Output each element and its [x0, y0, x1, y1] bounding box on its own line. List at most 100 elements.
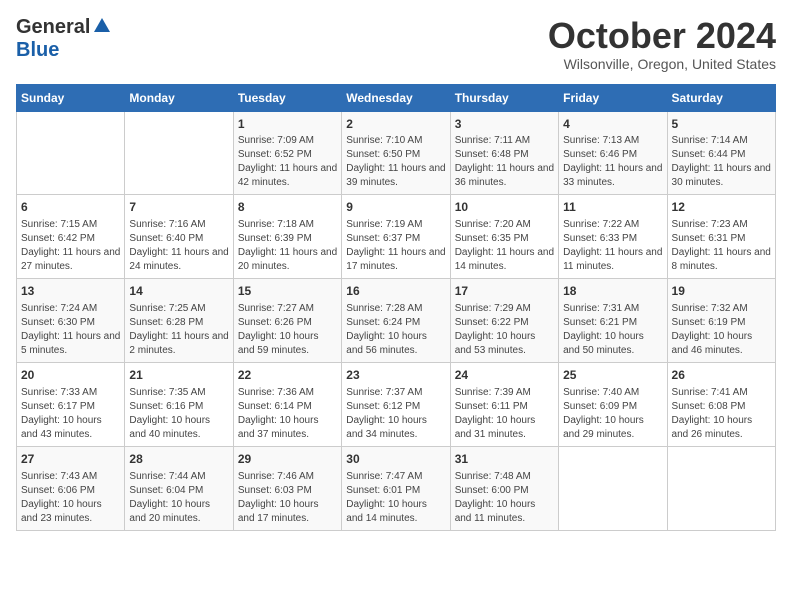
cell-info: Sunrise: 7:35 AMSunset: 6:16 PMDaylight:… [129, 386, 228, 442]
calendar-cell [125, 111, 233, 195]
cell-info: Sunrise: 7:28 AMSunset: 6:24 PMDaylight:… [346, 302, 445, 358]
day-number: 12 [672, 199, 771, 216]
day-number: 31 [455, 451, 554, 468]
calendar-cell: 23 Sunrise: 7:37 AMSunset: 6:12 PMDayligh… [342, 362, 450, 446]
calendar-cell: 15Sunrise: 7:27 AMSunset: 6:26 PMDayligh… [233, 279, 341, 363]
calendar-subtitle: Wilsonville, Oregon, United States [548, 56, 776, 72]
cell-info: Sunrise: 7:31 AMSunset: 6:21 PMDaylight:… [563, 302, 662, 358]
cell-info: Sunrise: 7:14 AMSunset: 6:44 PMDaylight:… [672, 134, 771, 190]
cell-info: Sunrise: 7:25 AMSunset: 6:28 PMDaylight:… [129, 302, 228, 358]
day-number: 21 [129, 367, 228, 384]
calendar-cell: 12 Sunrise: 7:23 AMSunset: 6:31 PMDayligh… [667, 195, 775, 279]
cell-info: Sunrise: 7:32 AMSunset: 6:19 PMDaylight:… [672, 302, 771, 358]
logo-blue-text: Blue [16, 39, 59, 61]
cell-info: Sunrise: 7:23 AMSunset: 6:31 PMDaylight:… [672, 218, 771, 274]
calendar-cell: 27Sunrise: 7:43 AMSunset: 6:06 PMDayligh… [17, 446, 125, 530]
calendar-cell: 5Sunrise: 7:14 AMSunset: 6:44 PMDaylight… [667, 111, 775, 195]
cell-info: Sunrise: 7:18 AMSunset: 6:39 PMDaylight:… [238, 218, 337, 274]
day-number: 2 [346, 116, 445, 133]
cell-info: Sunrise: 7:10 AMSunset: 6:50 PMDaylight:… [346, 134, 445, 190]
calendar-cell: 10Sunrise: 7:20 AMSunset: 6:35 PMDayligh… [450, 195, 558, 279]
page-header: General Blue October 2024 Wilsonville, O… [16, 16, 776, 72]
calendar-week-3: 13Sunrise: 7:24 AMSunset: 6:30 PMDayligh… [17, 279, 776, 363]
day-number: 14 [129, 283, 228, 300]
title-section: October 2024 Wilsonville, Oregon, United… [548, 16, 776, 72]
calendar-week-2: 6Sunrise: 7:15 AMSunset: 6:42 PMDaylight… [17, 195, 776, 279]
day-number: 3 [455, 116, 554, 133]
calendar-cell: 31 Sunrise: 7:48 AMSunset: 6:00 PMDayligh… [450, 446, 558, 530]
day-number: 20 [21, 367, 120, 384]
day-header-monday: Monday [125, 84, 233, 111]
day-number: 7 [129, 199, 228, 216]
cell-info: Sunrise: 7:22 AMSunset: 6:33 PMDaylight:… [563, 218, 662, 274]
day-number: 1 [238, 116, 337, 133]
calendar-cell: 8 Sunrise: 7:18 AMSunset: 6:39 PMDaylight… [233, 195, 341, 279]
day-header-saturday: Saturday [667, 84, 775, 111]
cell-info: Sunrise: 7:47 AMSunset: 6:01 PMDaylight:… [346, 470, 445, 526]
day-number: 9 [346, 199, 445, 216]
calendar-cell: 13Sunrise: 7:24 AMSunset: 6:30 PMDayligh… [17, 279, 125, 363]
day-number: 17 [455, 283, 554, 300]
calendar-cell: 28 Sunrise: 7:44 AMSunset: 6:04 PMDayligh… [125, 446, 233, 530]
cell-info: Sunrise: 7:41 AMSunset: 6:08 PMDaylight:… [672, 386, 771, 442]
cell-info: Sunrise: 7:48 AMSunset: 6:00 PMDaylight:… [455, 470, 554, 526]
calendar-cell: 2Sunrise: 7:10 AMSunset: 6:50 PMDaylight… [342, 111, 450, 195]
calendar-cell: 9 Sunrise: 7:19 AMSunset: 6:37 PMDaylight… [342, 195, 450, 279]
day-number: 25 [563, 367, 662, 384]
logo: General Blue [16, 16, 112, 62]
calendar-cell: 17 Sunrise: 7:29 AMSunset: 6:22 PMDayligh… [450, 279, 558, 363]
day-header-tuesday: Tuesday [233, 84, 341, 111]
day-number: 30 [346, 451, 445, 468]
cell-info: Sunrise: 7:33 AMSunset: 6:17 PMDaylight:… [21, 386, 120, 442]
calendar-cell: 20 Sunrise: 7:33 AMSunset: 6:17 PMDayligh… [17, 362, 125, 446]
calendar-cell: 19 Sunrise: 7:32 AMSunset: 6:19 PMDayligh… [667, 279, 775, 363]
calendar-cell: 21 Sunrise: 7:35 AMSunset: 6:16 PMDayligh… [125, 362, 233, 446]
cell-info: Sunrise: 7:11 AMSunset: 6:48 PMDaylight:… [455, 134, 554, 190]
cell-info: Sunrise: 7:29 AMSunset: 6:22 PMDaylight:… [455, 302, 554, 358]
calendar-table: SundayMondayTuesdayWednesdayThursdayFrid… [16, 84, 776, 531]
day-number: 18 [563, 283, 662, 300]
logo-icon [92, 16, 112, 36]
calendar-cell: 16 Sunrise: 7:28 AMSunset: 6:24 PMDayligh… [342, 279, 450, 363]
calendar-title: October 2024 [548, 16, 776, 56]
day-number: 16 [346, 283, 445, 300]
cell-info: Sunrise: 7:44 AMSunset: 6:04 PMDaylight:… [129, 470, 228, 526]
calendar-cell: 1Sunrise: 7:09 AMSunset: 6:52 PMDaylight… [233, 111, 341, 195]
day-number: 10 [455, 199, 554, 216]
day-header-friday: Friday [559, 84, 667, 111]
calendar-cell [667, 446, 775, 530]
calendar-header: SundayMondayTuesdayWednesdayThursdayFrid… [17, 84, 776, 111]
calendar-cell: 25Sunrise: 7:40 AMSunset: 6:09 PMDayligh… [559, 362, 667, 446]
cell-info: Sunrise: 7:43 AMSunset: 6:06 PMDaylight:… [21, 470, 120, 526]
day-number: 5 [672, 116, 771, 133]
day-number: 28 [129, 451, 228, 468]
calendar-cell: 14 Sunrise: 7:25 AMSunset: 6:28 PMDayligh… [125, 279, 233, 363]
day-number: 4 [563, 116, 662, 133]
cell-info: Sunrise: 7:24 AMSunset: 6:30 PMDaylight:… [21, 302, 120, 358]
logo-general-text: General [16, 16, 90, 39]
calendar-cell: 29Sunrise: 7:46 AMSunset: 6:03 PMDayligh… [233, 446, 341, 530]
cell-info: Sunrise: 7:15 AMSunset: 6:42 PMDaylight:… [21, 218, 120, 274]
day-number: 26 [672, 367, 771, 384]
day-number: 11 [563, 199, 662, 216]
calendar-cell [559, 446, 667, 530]
day-header-thursday: Thursday [450, 84, 558, 111]
calendar-cell: 11 Sunrise: 7:22 AMSunset: 6:33 PMDayligh… [559, 195, 667, 279]
day-number: 29 [238, 451, 337, 468]
day-header-wednesday: Wednesday [342, 84, 450, 111]
day-number: 15 [238, 283, 337, 300]
day-number: 23 [346, 367, 445, 384]
cell-info: Sunrise: 7:37 AMSunset: 6:12 PMDaylight:… [346, 386, 445, 442]
cell-info: Sunrise: 7:19 AMSunset: 6:37 PMDaylight:… [346, 218, 445, 274]
calendar-week-4: 20 Sunrise: 7:33 AMSunset: 6:17 PMDayligh… [17, 362, 776, 446]
day-number: 8 [238, 199, 337, 216]
day-number: 22 [238, 367, 337, 384]
calendar-cell: 4Sunrise: 7:13 AMSunset: 6:46 PMDaylight… [559, 111, 667, 195]
cell-info: Sunrise: 7:39 AMSunset: 6:11 PMDaylight:… [455, 386, 554, 442]
calendar-week-5: 27Sunrise: 7:43 AMSunset: 6:06 PMDayligh… [17, 446, 776, 530]
day-number: 19 [672, 283, 771, 300]
cell-info: Sunrise: 7:09 AMSunset: 6:52 PMDaylight:… [238, 134, 337, 190]
calendar-cell: 24Sunrise: 7:39 AMSunset: 6:11 PMDayligh… [450, 362, 558, 446]
calendar-cell [17, 111, 125, 195]
calendar-cell: 22Sunrise: 7:36 AMSunset: 6:14 PMDayligh… [233, 362, 341, 446]
